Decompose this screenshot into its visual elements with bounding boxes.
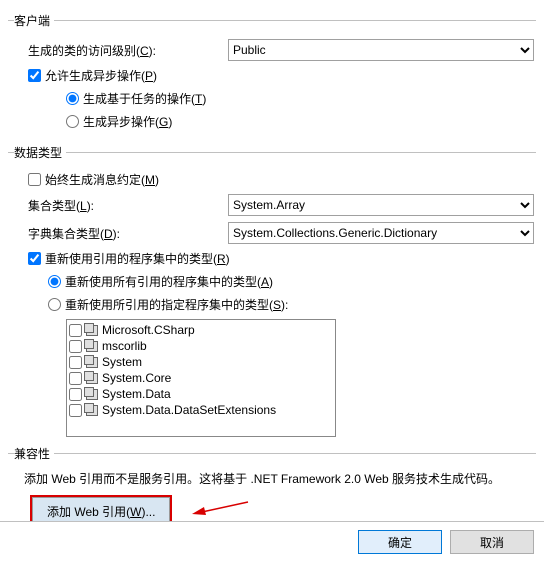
assembly-name: System.Core xyxy=(102,371,171,385)
compatibility-legend: 兼容性 xyxy=(14,445,54,462)
assembly-item[interactable]: System xyxy=(69,354,333,370)
reuse-all-radio[interactable] xyxy=(48,275,61,288)
client-group: 客户端 生成的类的访问级别(C): Public 允许生成异步操作(P) 生成基… xyxy=(8,12,536,136)
assemblies-listbox[interactable]: Microsoft.CSharp mscorlib System System.Cor… xyxy=(66,319,336,437)
assembly-item[interactable]: System.Data xyxy=(69,386,333,402)
assembly-checkbox[interactable] xyxy=(69,324,82,337)
reuse-specified-radio[interactable] xyxy=(48,298,61,311)
access-level-select[interactable]: Public xyxy=(228,39,534,61)
assembly-checkbox[interactable] xyxy=(69,388,82,401)
message-contract-label: 始终生成消息约定(M) xyxy=(45,171,159,188)
assembly-icon xyxy=(86,341,98,352)
assembly-icon xyxy=(86,405,98,416)
assembly-checkbox[interactable] xyxy=(69,356,82,369)
compatibility-text: 添加 Web 引用而不是服务引用。这将基于 .NET Framework 2.0… xyxy=(8,466,536,497)
assembly-item[interactable]: System.Data.DataSetExtensions xyxy=(69,402,333,418)
assembly-checkbox[interactable] xyxy=(69,404,82,417)
data-type-group: 数据类型 始终生成消息约定(M) 集合类型(L): System.Array 字… xyxy=(8,144,536,437)
reuse-types-checkbox[interactable] xyxy=(28,252,41,265)
task-based-radio[interactable] xyxy=(66,92,79,105)
assembly-checkbox[interactable] xyxy=(69,340,82,353)
async-op-radio[interactable] xyxy=(66,115,79,128)
compatibility-group: 兼容性 添加 Web 引用而不是服务引用。这将基于 .NET Framework… xyxy=(8,445,536,526)
dictionary-type-select[interactable]: System.Collections.Generic.Dictionary xyxy=(228,222,534,244)
reuse-specified-label: 重新使用所引用的指定程序集中的类型(S): xyxy=(65,296,288,313)
access-level-label: 生成的类的访问级别(C): xyxy=(28,44,156,58)
dialog-footer: 确定 取消 xyxy=(0,521,544,562)
assembly-item[interactable]: mscorlib xyxy=(69,338,333,354)
data-type-legend: 数据类型 xyxy=(14,144,66,161)
reuse-all-label: 重新使用所有引用的程序集中的类型(A) xyxy=(65,273,273,290)
collection-type-label: 集合类型(L): xyxy=(28,199,94,213)
assembly-name: System.Data.DataSetExtensions xyxy=(102,403,276,417)
client-legend: 客户端 xyxy=(14,12,54,29)
assembly-item[interactable]: Microsoft.CSharp xyxy=(69,322,333,338)
message-contract-checkbox[interactable] xyxy=(28,173,41,186)
allow-async-label: 允许生成异步操作(P) xyxy=(45,67,157,84)
assembly-name: mscorlib xyxy=(102,339,147,353)
dictionary-type-label: 字典集合类型(D): xyxy=(28,227,120,241)
ok-button[interactable]: 确定 xyxy=(358,530,442,554)
assembly-icon xyxy=(86,389,98,400)
assembly-icon xyxy=(86,373,98,384)
collection-type-select[interactable]: System.Array xyxy=(228,194,534,216)
cancel-button[interactable]: 取消 xyxy=(450,530,534,554)
assembly-icon xyxy=(86,357,98,368)
assembly-item[interactable]: System.Core xyxy=(69,370,333,386)
assembly-name: System.Data xyxy=(102,387,171,401)
assembly-checkbox[interactable] xyxy=(69,372,82,385)
allow-async-checkbox[interactable] xyxy=(28,69,41,82)
reuse-types-label: 重新使用引用的程序集中的类型(R) xyxy=(45,250,230,267)
task-based-label: 生成基于任务的操作(T) xyxy=(83,90,206,107)
assembly-name: System xyxy=(102,355,142,369)
assembly-name: Microsoft.CSharp xyxy=(102,323,195,337)
assembly-icon xyxy=(86,325,98,336)
async-op-label: 生成异步操作(G) xyxy=(83,113,172,130)
